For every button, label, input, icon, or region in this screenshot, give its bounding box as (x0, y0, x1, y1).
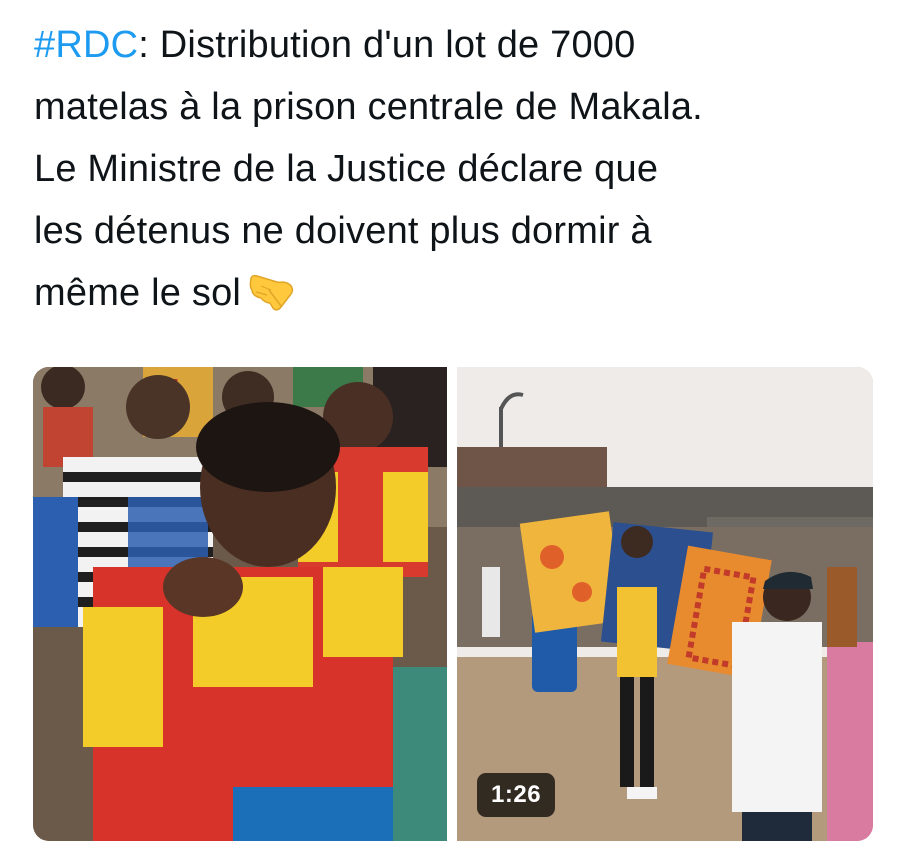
photo-women-detainees-icon: 34 (33, 367, 447, 841)
tweet-line-1: #RDC: Distribution d'un lot de 7000 (34, 14, 884, 76)
tweet-line-1-rest: : Distribution d'un lot de 7000 (138, 24, 636, 66)
tweet-line-3: Le Ministre de la Justice déclare que (34, 148, 659, 190)
video-right[interactable]: 1:26 (457, 367, 873, 841)
tweet-line-5-text: même le sol (34, 272, 242, 314)
media-grid: 34 (33, 367, 873, 841)
tweet-line-4: les détenus ne doivent plus dormir à (34, 210, 652, 252)
video-duration-badge: 1:26 (477, 773, 556, 817)
tweet-text: #RDC: Distribution d'un lot de 7000 mate… (34, 14, 884, 324)
video-mattress-distribution-icon (457, 367, 873, 841)
tweet-line-5: même le sol (34, 262, 884, 324)
tweet-line-2: matelas à la prison centrale de Makala. (34, 86, 703, 128)
hashtag-link[interactable]: #RDC (34, 24, 138, 66)
pointing-down-emoji-icon (249, 274, 294, 311)
photo-left[interactable]: 34 (33, 367, 447, 841)
